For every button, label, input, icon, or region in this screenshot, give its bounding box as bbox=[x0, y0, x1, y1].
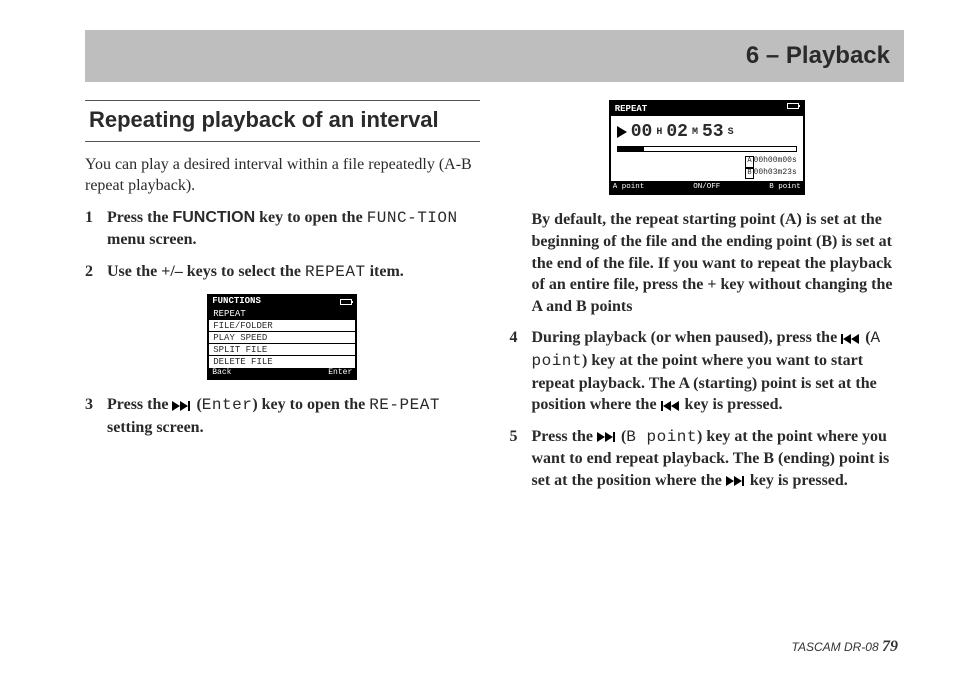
step-3-text-a: Press the bbox=[107, 396, 172, 413]
chapter-title: 6 – Playback bbox=[746, 42, 890, 70]
lcd-functions-foot-right: Enter bbox=[328, 369, 352, 378]
step-2: Use the +/– keys to select the REPEAT it… bbox=[85, 261, 480, 284]
footer-model: TASCAM DR-08 bbox=[792, 640, 882, 654]
step-1-text-c: menu screen. bbox=[107, 231, 196, 248]
step-2-text-a: Use the +/– keys to select the bbox=[107, 263, 305, 280]
lcd-b-time: 00h03m23s bbox=[754, 168, 797, 179]
step-1: Press the FUNCTION key to open the FUNC-… bbox=[85, 207, 480, 251]
left-column: Repeating playback of an interval You ca… bbox=[85, 100, 480, 634]
step-2-text-b: item. bbox=[366, 263, 404, 280]
lcd-functions-wrap: FUNCTIONS REPEAT FILE/FOLDER PLAY SPEED … bbox=[85, 294, 480, 381]
step-3-text-c: setting screen. bbox=[107, 419, 204, 436]
section-title: Repeating playback of an interval bbox=[85, 100, 480, 142]
s-label: S bbox=[728, 126, 734, 140]
step-4: During playback (or when paused), press … bbox=[510, 327, 905, 415]
manual-page: 6 – Playback Repeating playback of an in… bbox=[0, 0, 954, 686]
battery-icon-2 bbox=[787, 103, 799, 109]
b-point-mono: B point bbox=[626, 428, 697, 446]
step-3-text-b: ) key to open the bbox=[252, 396, 369, 413]
b-badge: B bbox=[745, 168, 753, 179]
prev-track-icon bbox=[841, 334, 861, 344]
play-icon bbox=[617, 126, 627, 138]
lcd-b-point-line: B00h03m23s bbox=[617, 168, 797, 179]
enter-key-mono: Enter bbox=[202, 396, 253, 414]
lcd-a-time: 00h00m00s bbox=[754, 156, 797, 167]
lcd-time-s: 53 bbox=[702, 120, 724, 144]
repeat-setting-mono: RE-PEAT bbox=[369, 396, 440, 414]
steps-left: Press the FUNCTION key to open the FUNC-… bbox=[85, 207, 480, 284]
battery-icon bbox=[340, 299, 352, 305]
lcd-functions-body: REPEAT FILE/FOLDER PLAY SPEED SPLIT FILE… bbox=[209, 308, 355, 368]
lcd-repeat-time: 00H 02 M 53 S bbox=[617, 120, 797, 144]
step-1-text-b: key to open the bbox=[255, 209, 367, 226]
lcd-repeat-footer: A point ON/OFF B point bbox=[611, 181, 803, 193]
lcd-progress-bar bbox=[617, 146, 797, 152]
prev-track-icon-2 bbox=[661, 401, 681, 411]
next-track-icon-2 bbox=[597, 432, 617, 442]
a-badge: A bbox=[745, 156, 753, 167]
steps-right: During playback (or when paused), press … bbox=[510, 327, 905, 491]
step-5: Press the (B point) key at the point whe… bbox=[510, 426, 905, 492]
next-track-icon bbox=[172, 401, 192, 411]
lcd-row-repeat: REPEAT bbox=[209, 308, 355, 320]
lcd-functions-screen: FUNCTIONS REPEAT FILE/FOLDER PLAY SPEED … bbox=[207, 294, 357, 381]
lcd-functions-footer: Back Enter bbox=[209, 368, 355, 379]
repeat-item-mono: REPEAT bbox=[305, 263, 366, 281]
default-note: By default, the repeat starting point (A… bbox=[532, 209, 905, 317]
content-columns: Repeating playback of an interval You ca… bbox=[85, 100, 904, 634]
lcd-repeat-title: REPEAT bbox=[615, 103, 647, 115]
function-menu-mono: FUNC-TION bbox=[367, 209, 458, 227]
function-key-label: FUNCTION bbox=[172, 209, 255, 226]
lcd-repeat-screen: REPEAT 00H 02 M 53 S A00h00m00s B00h03m23s bbox=[609, 100, 805, 195]
chapter-header-bar: 6 – Playback bbox=[85, 30, 904, 82]
page-footer: TASCAM DR-08 79 bbox=[85, 638, 904, 656]
lcd-functions-title-bar: FUNCTIONS bbox=[209, 296, 355, 308]
h-label: H bbox=[656, 126, 662, 140]
lcd-repeat-title-bar: REPEAT bbox=[611, 102, 803, 116]
lcd-row-playspeed: PLAY SPEED bbox=[209, 332, 355, 344]
lcd-repeat-foot-mid: ON/OFF bbox=[693, 182, 720, 192]
next-track-icon-3 bbox=[726, 476, 746, 486]
lcd-row-filefolder: FILE/FOLDER bbox=[209, 320, 355, 332]
page-number: 79 bbox=[882, 638, 898, 655]
step-5-text-c: key is pressed. bbox=[746, 472, 848, 489]
lcd-repeat-foot-left: A point bbox=[613, 182, 645, 192]
m-label: M bbox=[692, 126, 698, 140]
lcd-row-splitfile: SPLIT FILE bbox=[209, 344, 355, 356]
lcd-repeat-body: 00H 02 M 53 S A00h00m00s B00h03m23s bbox=[611, 116, 803, 181]
lcd-row-deletefile: DELETE FILE bbox=[209, 356, 355, 368]
right-column: REPEAT 00H 02 M 53 S A00h00m00s B00h03m23s bbox=[510, 100, 905, 634]
lcd-a-point-line: A00h00m00s bbox=[617, 156, 797, 167]
lcd-repeat-wrap: REPEAT 00H 02 M 53 S A00h00m00s B00h03m23s bbox=[510, 100, 905, 195]
step-5-text-a: Press the bbox=[532, 428, 597, 445]
lcd-time-m: 02 bbox=[666, 120, 688, 144]
lcd-functions-title: FUNCTIONS bbox=[212, 297, 261, 307]
lcd-progress-fill bbox=[618, 147, 645, 151]
lcd-functions-foot-left: Back bbox=[212, 369, 231, 378]
intro-paragraph: You can play a desired interval within a… bbox=[85, 154, 480, 197]
step-1-text-a: Press the bbox=[107, 209, 172, 226]
lcd-time-h: 00 bbox=[631, 120, 653, 144]
steps-left-2: Press the (Enter) key to open the RE-PEA… bbox=[85, 394, 480, 438]
step-3: Press the (Enter) key to open the RE-PEA… bbox=[85, 394, 480, 438]
step-4-text-a: During playback (or when paused), press … bbox=[532, 329, 842, 346]
step-4-text-c: key is pressed. bbox=[681, 396, 783, 413]
lcd-repeat-foot-right: B point bbox=[769, 182, 801, 192]
